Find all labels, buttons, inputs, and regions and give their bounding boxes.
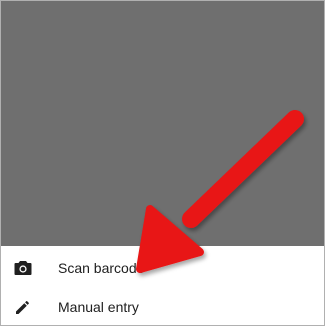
dimmed-background[interactable] <box>1 1 324 246</box>
manual-entry-option[interactable]: Manual entry <box>1 287 324 325</box>
scan-barcode-option[interactable]: Scan barcode <box>1 248 324 288</box>
bottom-sheet-menu: Scan barcode Manual entry <box>1 246 324 325</box>
scan-barcode-label: Scan barcode <box>58 260 145 276</box>
screenshot-frame: Scan barcode Manual entry <box>0 0 325 326</box>
pencil-icon <box>13 297 33 317</box>
camera-icon <box>13 258 33 278</box>
manual-entry-label: Manual entry <box>58 299 139 315</box>
